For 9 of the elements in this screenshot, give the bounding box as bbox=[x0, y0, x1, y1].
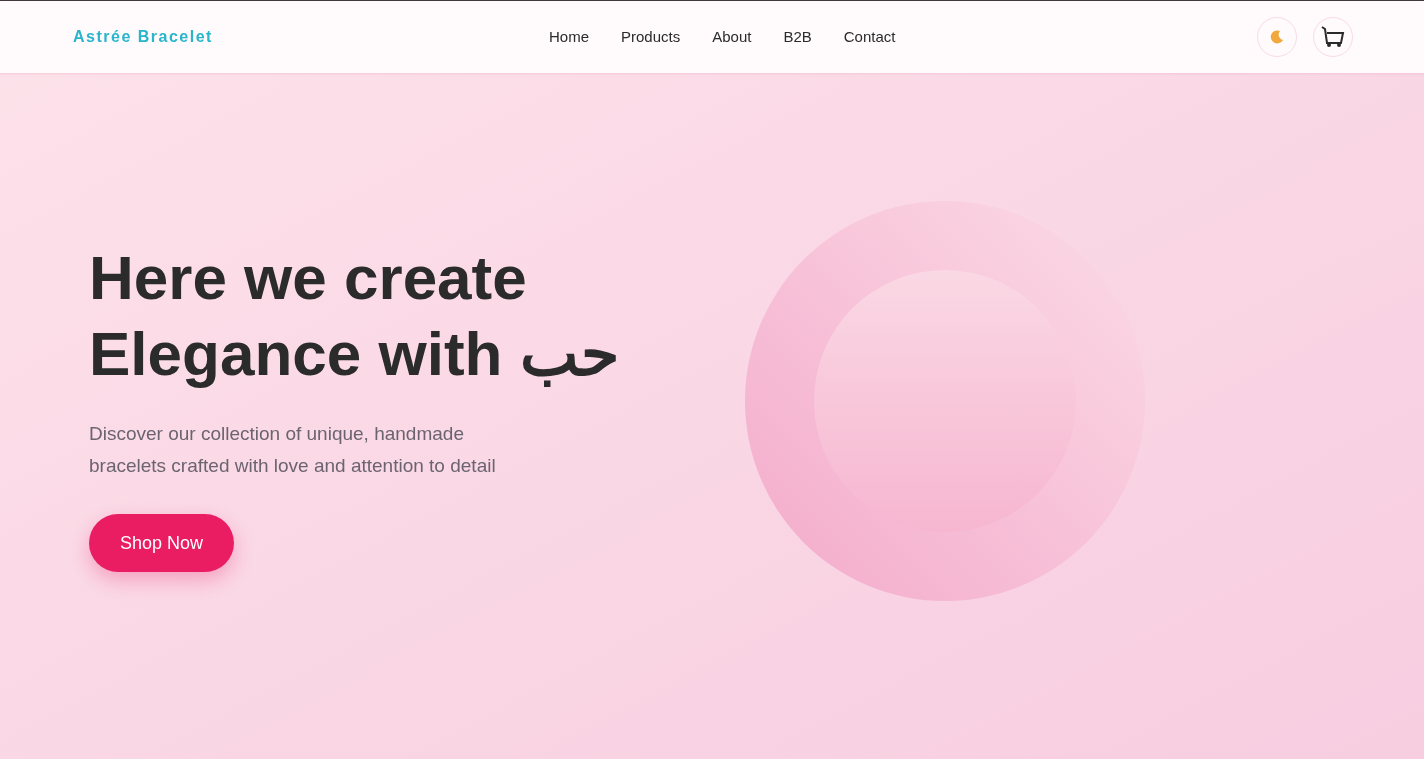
nav-link[interactable]: Products bbox=[621, 25, 681, 49]
nav-link[interactable]: B2B bbox=[783, 25, 812, 49]
shop-now-button[interactable]: Shop Now bbox=[89, 514, 234, 572]
hero-subtitle: Discover our collection of unique, handmade bracelets crafted with love and attention to detail bbox=[89, 422, 497, 478]
nav-link[interactable]: Home bbox=[549, 25, 589, 49]
cart-icon bbox=[1321, 26, 1345, 48]
moon-icon bbox=[1270, 30, 1284, 44]
nav-link[interactable]: Contact bbox=[843, 25, 896, 49]
nav-link[interactable]: About bbox=[712, 25, 752, 49]
